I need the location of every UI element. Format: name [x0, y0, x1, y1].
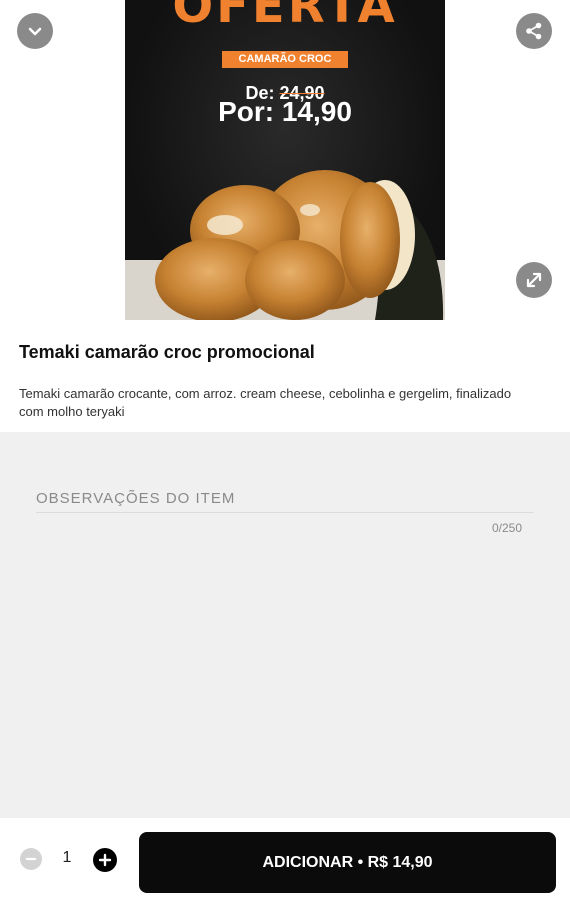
expand-image-button[interactable] [516, 262, 552, 298]
fried-shrimp-illustration [125, 170, 445, 320]
quantity-value: 1 [62, 849, 72, 866]
hero-section: OFERTA CAMARÃO CROC De: 24,90 Por: 14,90 [0, 0, 570, 322]
minus-icon [25, 857, 37, 861]
share-button[interactable] [516, 13, 552, 49]
promo-new-price-label: Por: [218, 96, 275, 127]
promo-new-price-value: 14,90 [281, 96, 352, 127]
add-to-cart-button[interactable]: ADICIONAR • R$ 14,90 [139, 832, 556, 893]
product-info: Temaki camarão croc promocional Temaki c… [0, 322, 570, 432]
product-description: Temaki camarão crocante, com arroz. crea… [19, 386, 512, 419]
promo-headline: OFERTA [172, 0, 398, 34]
add-to-cart-bar: 1 ADICIONAR • R$ 14,90 [0, 818, 570, 900]
product-name: Temaki camarão croc promocional [19, 342, 315, 362]
promo-new-price: Por: 14,90 [125, 96, 445, 128]
promo-tag: CAMARÃO CROC [222, 51, 348, 68]
decrease-quantity-button[interactable] [20, 848, 42, 870]
increase-quantity-button[interactable] [93, 848, 117, 872]
collapse-button[interactable] [17, 13, 53, 49]
product-image: OFERTA CAMARÃO CROC De: 24,90 Por: 14,90 [125, 0, 445, 320]
item-notes-input[interactable] [36, 484, 534, 513]
plus-icon [98, 853, 112, 867]
share-icon [526, 22, 542, 40]
product-detail-screen: OFERTA CAMARÃO CROC De: 24,90 Por: 14,90 [0, 0, 570, 900]
notes-section: 0/250 [0, 432, 570, 818]
chevron-down-icon [28, 27, 42, 36]
expand-icon [526, 272, 542, 288]
notes-char-counter: 0/250 [491, 521, 522, 535]
